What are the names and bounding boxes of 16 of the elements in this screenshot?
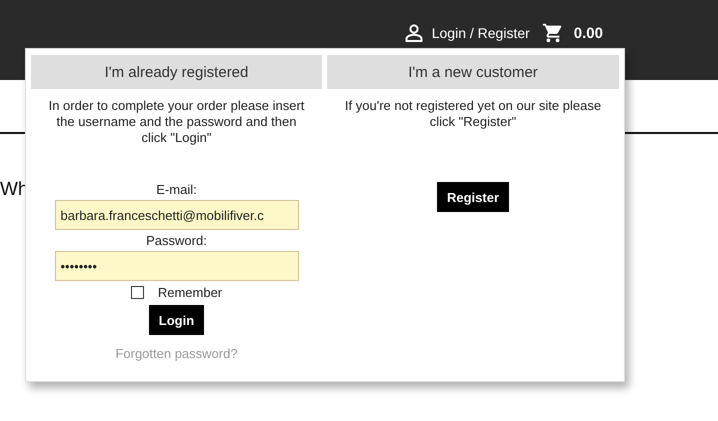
password-label: Password: xyxy=(146,233,207,249)
remember-checkbox[interactable] xyxy=(130,286,144,299)
instructions-text: If you're not registered yet on our site please click "Register" xyxy=(344,98,602,130)
instructions-text: In order to complete your order please insert the username and the password and then click "Login" xyxy=(48,98,306,146)
cart-total: 0.00 xyxy=(574,24,603,42)
cart-icon[interactable] xyxy=(542,22,564,44)
register-button[interactable]: Register xyxy=(436,182,510,212)
login-register-link[interactable]: Login / Register xyxy=(432,25,530,41)
login-button[interactable]: Login xyxy=(148,305,204,335)
remember-label: Remember xyxy=(158,285,222,300)
password-field[interactable]: •••••••• xyxy=(54,251,298,281)
panel-header: I'm already registered xyxy=(31,55,322,89)
email-label: E-mail: xyxy=(156,182,197,198)
user-icon xyxy=(404,23,424,43)
email-field[interactable]: barbara.franceschetti@mobilifiver.c xyxy=(54,200,298,230)
panel-header: I'm a new customer xyxy=(327,55,619,89)
